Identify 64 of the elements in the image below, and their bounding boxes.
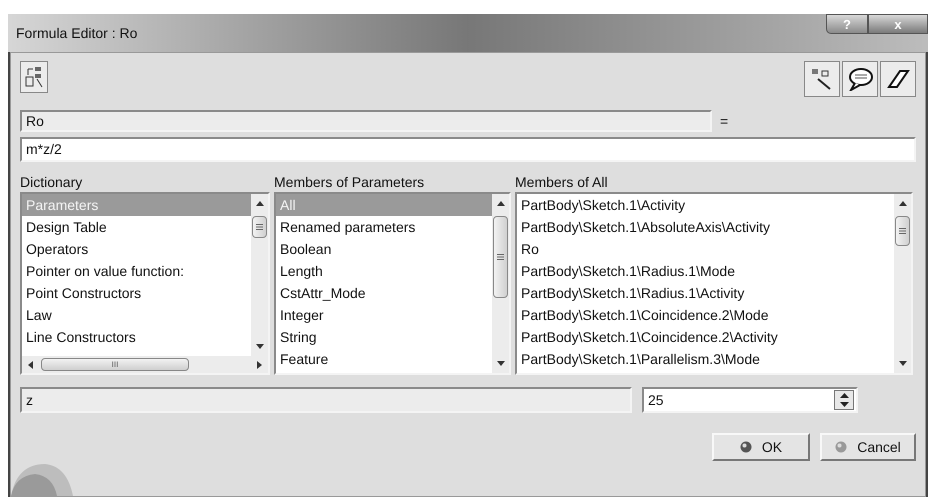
value-text: 25: [648, 390, 664, 410]
spin-buttons[interactable]: [834, 390, 854, 410]
list-item[interactable]: Ro: [517, 238, 894, 260]
scroll-right-icon[interactable]: [257, 360, 262, 368]
scroll-up-icon[interactable]: [496, 201, 504, 206]
vertical-scrollbar[interactable]: [894, 194, 911, 373]
horizontal-scroll-thumb[interactable]: III: [41, 358, 189, 371]
toolbar-button[interactable]: [880, 61, 916, 97]
up-arrow-icon: [840, 393, 848, 398]
scroll-thumb[interactable]: [493, 216, 508, 298]
list-label: Dictionary: [20, 173, 84, 192]
list-item[interactable]: Pointer on value function:: [22, 260, 251, 282]
list-item[interactable]: Design Table: [22, 216, 251, 238]
vertical-scrollbar[interactable]: [492, 194, 509, 373]
list-item[interactable]: Point Constructors: [22, 282, 251, 304]
scroll-down-icon[interactable]: [256, 344, 264, 349]
ball-icon: [740, 441, 752, 453]
list-item[interactable]: String: [276, 326, 492, 348]
scroll-up-icon[interactable]: [256, 201, 264, 206]
grip-icon: [497, 254, 504, 260]
list-item[interactable]: PartBody\Sketch.1\Activity: [517, 194, 894, 216]
horizontal-scrollbar[interactable]: III: [22, 356, 268, 373]
selected-member-field[interactable]: z: [20, 387, 632, 413]
speech-bubble-icon: [847, 67, 873, 91]
list-item[interactable]: PartBody\Sketch.1\AbsoluteAxis\Activity: [517, 216, 894, 238]
toolbar-button[interactable]: [804, 61, 840, 97]
scroll-thumb[interactable]: [895, 216, 910, 246]
toolbar-button[interactable]: [842, 61, 878, 97]
list-label: Members of Parameters: [274, 173, 426, 192]
list-item[interactable]: Line Constructors: [22, 326, 251, 348]
ball-icon: [835, 441, 848, 453]
scroll-down-icon[interactable]: [898, 361, 906, 366]
vertical-scrollbar[interactable]: [251, 194, 268, 356]
scroll-left-icon[interactable]: [28, 360, 33, 368]
list-item[interactable]: Feature: [276, 348, 492, 370]
list-item[interactable]: Law: [22, 304, 251, 326]
grip-icon: [899, 228, 906, 234]
hierarchy-icon: [24, 65, 44, 89]
list-item[interactable]: PartBody\Sketch.1\Parallelism.3\Mode: [517, 348, 894, 370]
list-item[interactable]: PartBody\Sketch.1\Coincidence.2\Mode: [517, 304, 894, 326]
list-item[interactable]: Integer: [276, 304, 492, 326]
scroll-down-icon[interactable]: [496, 361, 504, 366]
scroll-up-icon[interactable]: [898, 201, 906, 206]
eraser-icon: [886, 67, 910, 91]
window-title: Formula Editor : Ro: [16, 24, 138, 42]
list-item[interactable]: Operators: [22, 238, 251, 260]
down-arrow-icon: [840, 402, 848, 407]
grip-icon: [256, 224, 263, 230]
list-item[interactable]: CstAttr_Mode: [276, 282, 492, 304]
dialog-button[interactable]: OK: [712, 433, 810, 461]
list-item[interactable]: Length: [276, 260, 492, 282]
dialog-button[interactable]: Cancel: [820, 433, 916, 461]
list-label: Members of All: [515, 173, 609, 192]
list-item[interactable]: PartBody\Sketch.1\Radius.1\Activity: [517, 282, 894, 304]
scroll-thumb[interactable]: [252, 216, 267, 238]
parameter-name-field[interactable]: Ro: [20, 110, 712, 132]
list-item[interactable]: Boolean: [276, 238, 492, 260]
list-item[interactable]: Renamed parameters: [276, 216, 492, 238]
value-spin-field[interactable]: 25: [642, 387, 858, 413]
toolbar-button[interactable]: [20, 61, 48, 93]
formula-field[interactable]: m*z/2: [20, 137, 916, 162]
list-item[interactable]: PartBody\Sketch.1\Radius.1\Mode: [517, 260, 894, 282]
list-item[interactable]: PartBody\Sketch.1\Coincidence.2\Activity: [517, 326, 894, 348]
equals-sign: =: [720, 112, 728, 130]
